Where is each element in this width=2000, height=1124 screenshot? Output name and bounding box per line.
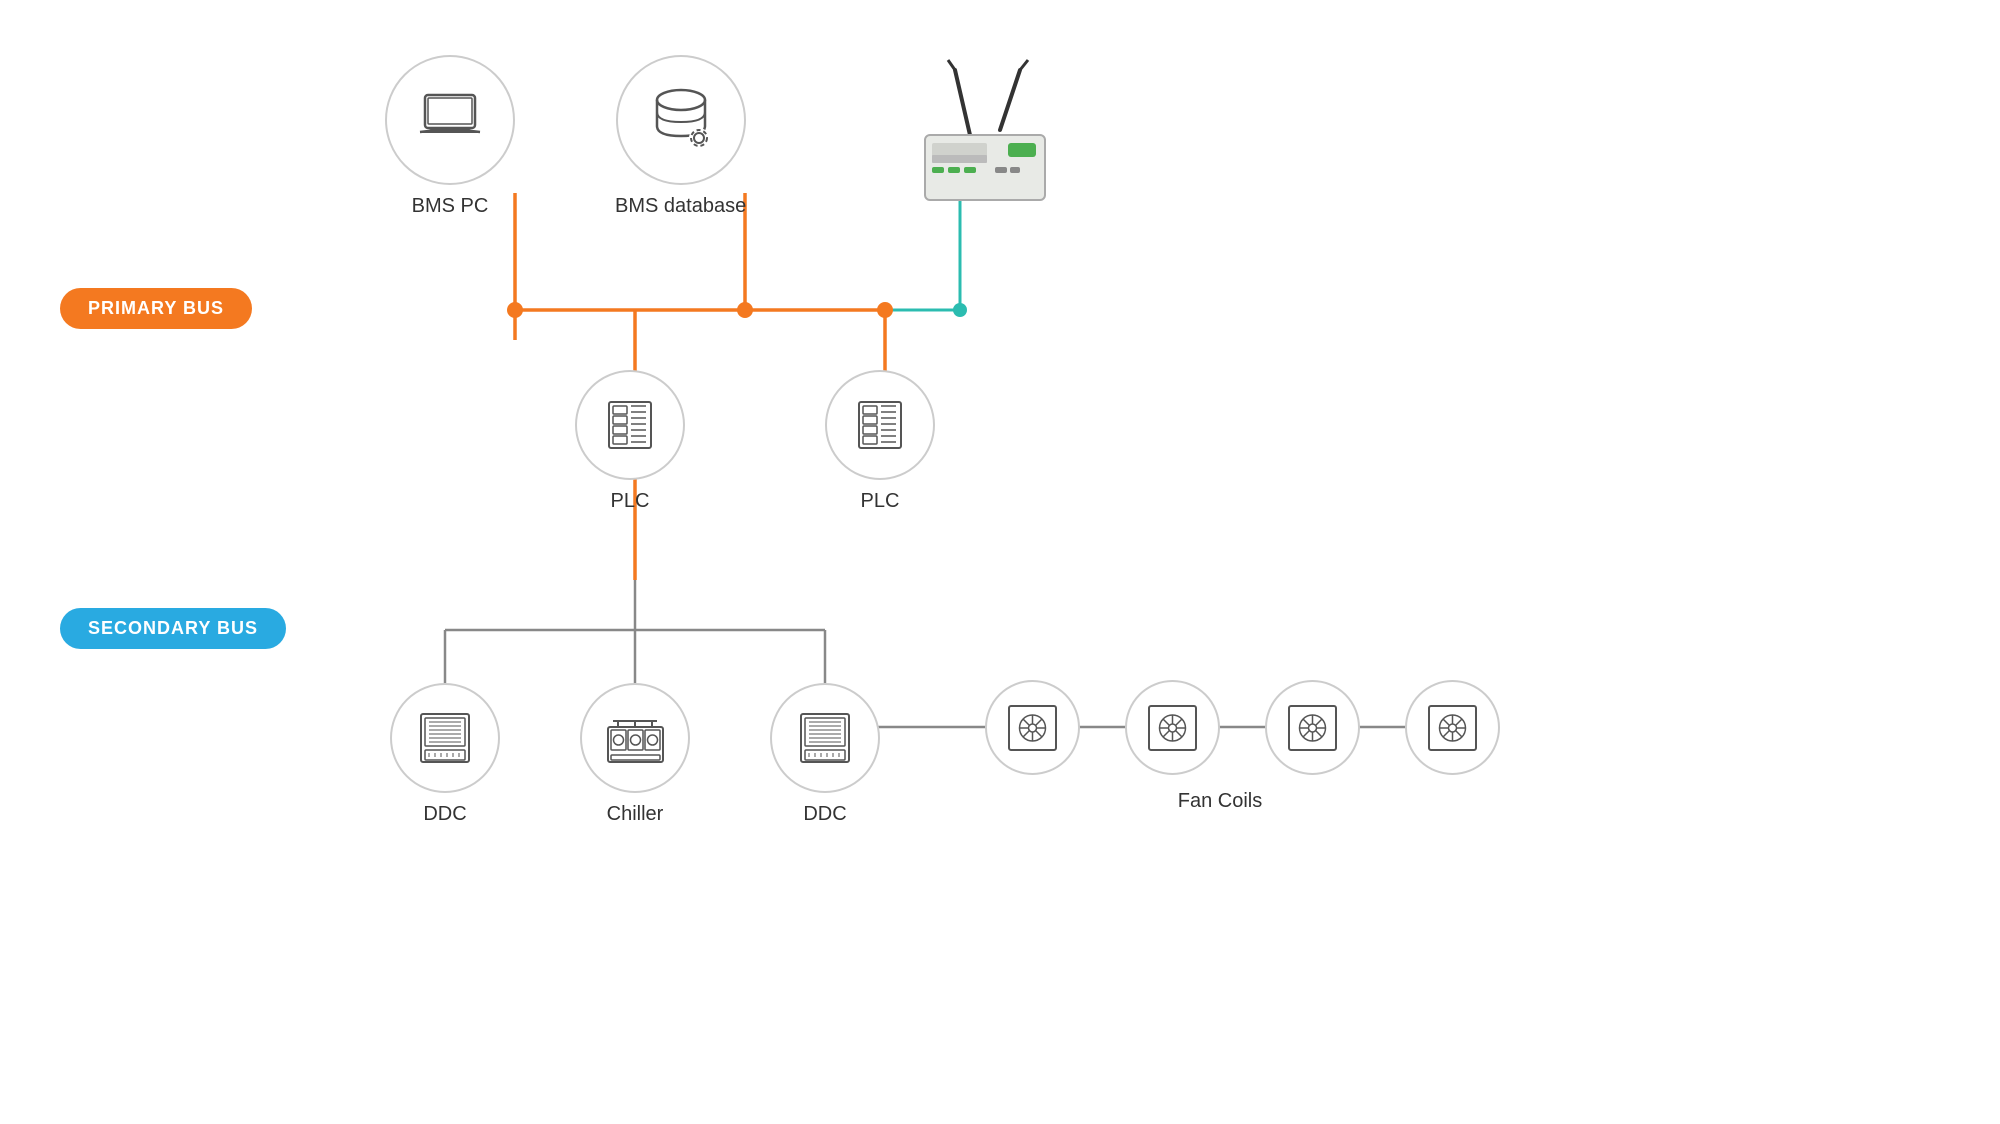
ddc1-icon-circle — [390, 683, 500, 793]
node-bms-db: BMS database — [615, 55, 746, 218]
node-fancoil2 — [1125, 680, 1220, 775]
node-bms-pc: BMS PC — [385, 55, 515, 218]
fancoil3-icon — [1285, 702, 1340, 754]
node-plc2: PLC — [825, 370, 935, 513]
secondary-bus-badge: SECONDARY BUS — [60, 608, 286, 649]
plc2-label: PLC — [861, 490, 900, 513]
fancoil3-icon-circle — [1265, 680, 1360, 775]
fancoil2-icon — [1145, 702, 1200, 754]
plc1-icon — [601, 396, 659, 454]
plc1-icon-circle — [575, 370, 685, 480]
laptop-icon — [415, 90, 485, 150]
fancoil1-icon-circle — [985, 680, 1080, 775]
fan-coils-group-label: Fan Coils — [985, 790, 1455, 813]
primary-bus-label: PRIMARY BUS — [88, 298, 224, 318]
plc2-icon — [851, 396, 909, 454]
fancoil2-icon-circle — [1125, 680, 1220, 775]
node-ddc2: DDC — [770, 683, 880, 826]
node-chiller: Chiller — [580, 683, 690, 826]
bms-db-icon-circle — [616, 55, 746, 185]
fancoil4-icon-circle — [1405, 680, 1500, 775]
ddc2-icon-circle — [770, 683, 880, 793]
ddc1-icon — [415, 708, 475, 768]
bms-pc-icon-circle — [385, 55, 515, 185]
router-device — [870, 55, 1065, 210]
node-fancoil1 — [985, 680, 1080, 775]
primary-bus-badge: PRIMARY BUS — [60, 288, 252, 329]
fancoil1-icon — [1005, 702, 1060, 754]
database-icon — [645, 86, 717, 154]
ddc2-label: DDC — [803, 803, 846, 826]
node-ddc1: DDC — [390, 683, 500, 826]
fan-coils-label: Fan Coils — [1178, 790, 1262, 812]
bms-pc-label: BMS PC — [412, 195, 489, 218]
node-plc1: PLC — [575, 370, 685, 513]
bms-db-label: BMS database — [615, 195, 746, 218]
node-fancoil4 — [1405, 680, 1500, 775]
secondary-bus-label: SECONDARY BUS — [88, 618, 258, 638]
chiller-icon-circle — [580, 683, 690, 793]
fancoil4-icon — [1425, 702, 1480, 754]
ddc2-icon — [795, 708, 855, 768]
chiller-icon — [603, 707, 668, 769]
plc1-label: PLC — [611, 490, 650, 513]
ddc1-label: DDC — [423, 803, 466, 826]
router-icon — [870, 55, 1065, 210]
chiller-label: Chiller — [607, 803, 664, 826]
plc2-icon-circle — [825, 370, 935, 480]
node-fancoil3 — [1265, 680, 1360, 775]
